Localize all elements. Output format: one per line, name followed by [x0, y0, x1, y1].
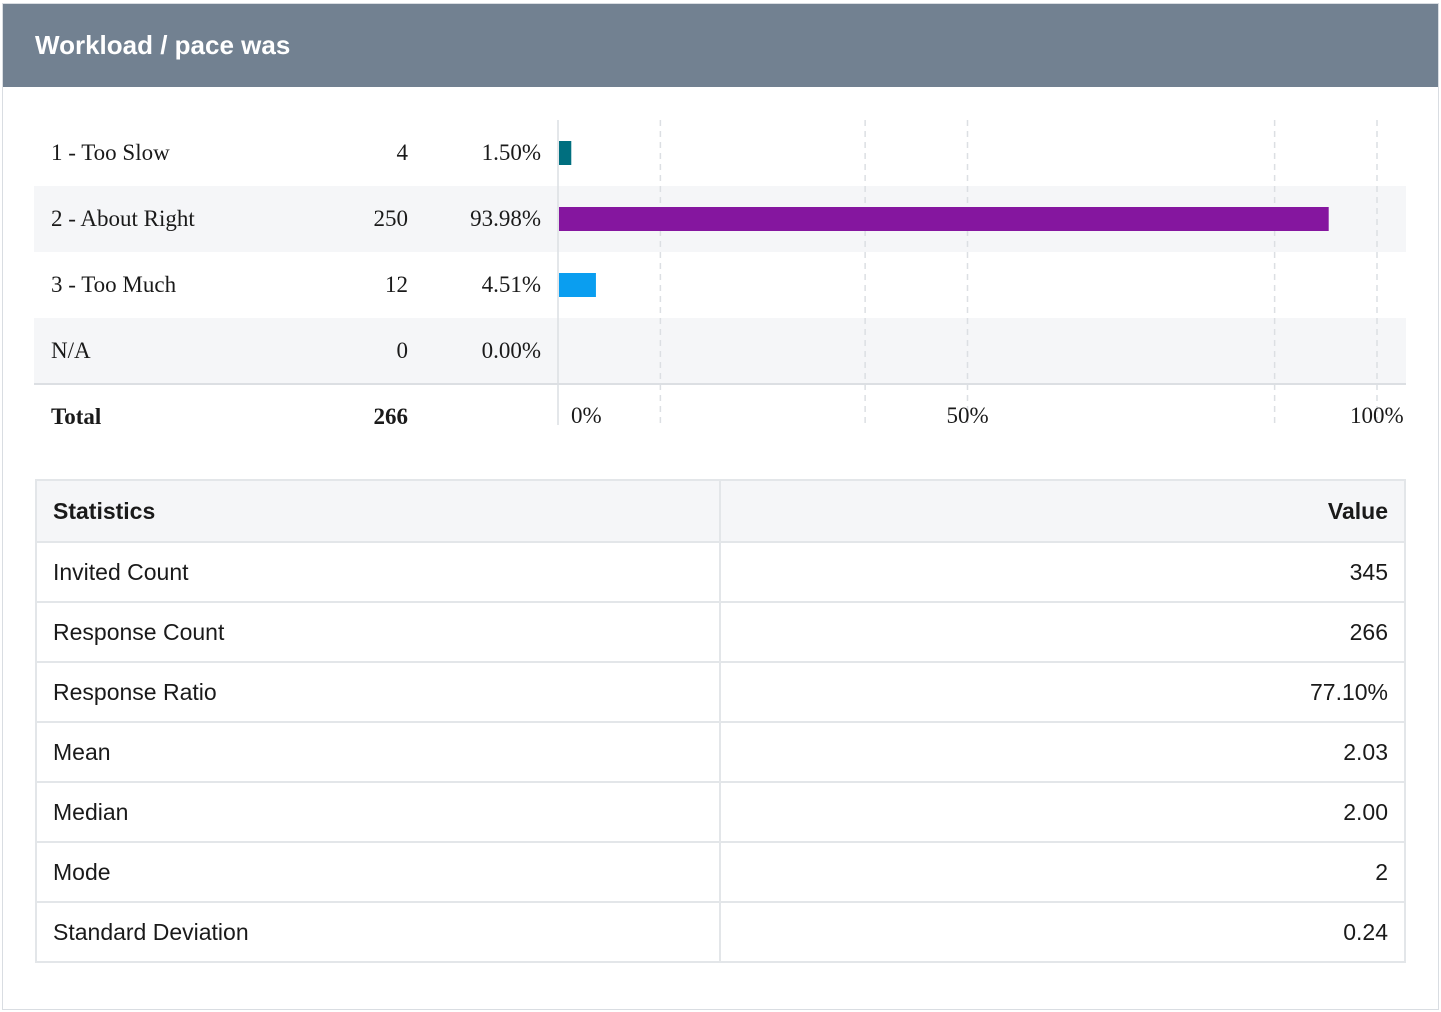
total-label: Total [51, 404, 102, 429]
dist-row-na: N/A 0 0.00% [34, 318, 1406, 384]
stat-name: Standard Deviation [35, 901, 721, 963]
stat-value: 77.10% [719, 661, 1406, 723]
stats-row: Standard Deviation 0.24 [35, 901, 1406, 963]
stats-row: Response Ratio 77.10% [35, 661, 1406, 723]
dist-percent: 93.98% [470, 206, 541, 231]
total-count: 266 [373, 404, 409, 429]
dist-label: 2 - About Right [51, 206, 195, 231]
stats-row: Response Count 266 [35, 601, 1406, 663]
dist-label: 1 - Too Slow [51, 140, 170, 165]
statistics-table: Statistics Value Invited Count 345 Respo… [35, 479, 1406, 963]
stat-value: 266 [719, 601, 1406, 663]
stat-name: Median [35, 781, 721, 843]
dist-count: 12 [385, 272, 408, 297]
stats-row: Invited Count 345 [35, 541, 1406, 603]
dist-count: 0 [396, 338, 409, 363]
stats-header-row: Statistics Value [35, 479, 1406, 543]
dist-percent: 1.50% [481, 140, 541, 165]
stat-name: Mode [35, 841, 721, 903]
stat-name: Response Ratio [35, 661, 721, 723]
stat-value: 2.03 [719, 721, 1406, 783]
stat-value: 2.00 [719, 781, 1406, 843]
stat-name: Invited Count [35, 541, 721, 603]
stat-value: 345 [719, 541, 1406, 603]
stats-row: Mode 2 [35, 841, 1406, 903]
question-title: Workload / pace was [35, 30, 291, 60]
stat-name: Response Count [35, 601, 721, 663]
stats-header-name: Statistics [35, 479, 721, 543]
stats-row: Mean 2.03 [35, 721, 1406, 783]
distribution-table: 1 - Too Slow 4 1.50% 2 - About Right 250… [34, 120, 1406, 430]
card-header: Workload / pace was [3, 4, 1438, 87]
stats-row: Median 2.00 [35, 781, 1406, 843]
dist-percent: 4.51% [481, 272, 541, 297]
dist-label: 3 - Too Much [51, 272, 177, 297]
dist-row-about-right: 2 - About Right 250 93.98% [34, 186, 1406, 252]
stat-name: Mean [35, 721, 721, 783]
dist-row-total: Total 266 [34, 384, 1406, 450]
stat-value: 2 [719, 841, 1406, 903]
stats-header-value: Value [719, 479, 1406, 543]
dist-row-too-slow: 1 - Too Slow 4 1.50% [34, 120, 1406, 186]
dist-row-too-much: 3 - Too Much 12 4.51% [34, 252, 1406, 318]
dist-percent: 0.00% [481, 338, 541, 363]
stat-value: 0.24 [719, 901, 1406, 963]
dist-count: 250 [373, 206, 409, 231]
dist-label: N/A [51, 338, 91, 363]
dist-count: 4 [396, 140, 409, 165]
